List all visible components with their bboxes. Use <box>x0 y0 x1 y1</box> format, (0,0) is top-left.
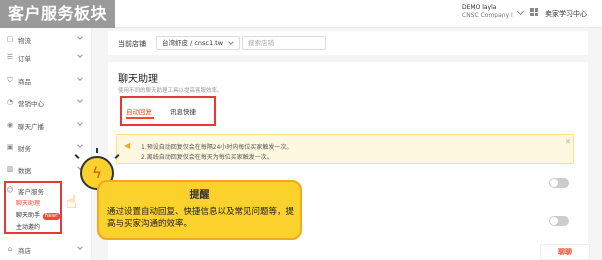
sidebar-item-orders[interactable]: ☰ 订单 <box>0 50 92 64</box>
chevron-down-icon <box>77 120 83 126</box>
sidebar-item-label: 聊天广播 <box>18 123 44 131</box>
sidebar-item-products[interactable]: ⛉ 商品 <box>0 73 92 87</box>
list-icon: ☰ <box>6 53 14 61</box>
reminder-tooltip: 提醒 通过设置自动回复、快捷信息以及常见问题等，提高与买家沟通的效率。 <box>97 180 302 240</box>
chevron-down-icon <box>77 142 83 148</box>
apps-grid-icon[interactable] <box>530 8 538 16</box>
pointing-hand-icon: ☝ <box>66 192 77 213</box>
account-name: DEMO layla <box>462 4 497 11</box>
tab-auto-reply[interactable]: 自动回复 <box>126 106 152 116</box>
speaker-icon: ◀ <box>124 141 131 150</box>
highlight-box-customer-service <box>4 181 62 234</box>
sidebar-item-logistics[interactable]: ▢ 物流 <box>0 32 92 46</box>
offline-reply-toggle[interactable] <box>549 216 569 226</box>
page-subtitle: 使用不同的聊天助理工具以提高客服效率。 <box>118 88 223 94</box>
sidebar-item-label: 订单 <box>18 55 31 63</box>
sidebar-item-label: 数据 <box>18 167 31 175</box>
sidebar-item-data[interactable]: ▥ 数据 <box>0 162 92 176</box>
sidebar-item-label: 商店 <box>18 247 31 255</box>
notice-line: 2.离线自动回复仅会在每天为每位买家触发一次。 <box>141 154 273 161</box>
page-title: 聊天助理 <box>118 74 158 85</box>
tab-active-underline <box>126 117 154 119</box>
sidebar-item-label: 营销中心 <box>18 100 44 108</box>
sidebar-item-label: 商品 <box>18 78 31 86</box>
account-company: CNSC Company I <box>462 12 513 19</box>
bulb-ray <box>96 148 98 153</box>
tab-quick-messages[interactable]: 讯息快捷 <box>170 106 196 116</box>
notice-line: 1.预设自动回复仅会在每隔24小时内每位买家触发一次。 <box>141 144 293 151</box>
chevron-down-icon <box>77 34 83 40</box>
megaphone-icon: ◔ <box>6 98 14 106</box>
learning-center-link[interactable]: 卖家学习中心 <box>545 9 587 19</box>
sidebar-item-shop[interactable]: ⌂ 商店 <box>0 242 92 256</box>
sidebar-item-label: 财务 <box>18 145 31 153</box>
section-banner: 客户服务板块 <box>0 0 116 28</box>
chat-assistant-card: 聊天助理 使用不同的聊天助理工具以提高客服效率。 自动回复 讯息快捷 <box>108 62 588 126</box>
tooltip-title: 提醒 <box>189 190 210 201</box>
sidebar-item-marketing[interactable]: ◔ 营销中心 <box>0 95 92 109</box>
box-icon: ▢ <box>6 35 14 43</box>
auto-reply-toggle[interactable] <box>549 178 569 188</box>
chevron-down-icon[interactable] <box>516 7 525 16</box>
bag-icon: ⛉ <box>7 76 13 84</box>
sidebar-item-broadcast[interactable]: ◉ 聊天广播 <box>0 118 92 132</box>
close-icon[interactable]: ✕ <box>565 138 571 146</box>
store-label: 当前店铺 <box>118 40 146 48</box>
chevron-down-icon <box>77 97 83 103</box>
store-bar: 当前店铺 台湾虾皮 / cnsc1.tw 搜索店铺 <box>108 31 588 55</box>
store-select[interactable]: 台湾虾皮 / cnsc1.tw <box>156 36 240 50</box>
broadcast-icon: ◉ <box>6 121 14 129</box>
top-bar: 客户服务板块 DEMO layla CNSC Company I 卖家学习中心 <box>0 0 602 28</box>
chevron-down-icon <box>77 244 83 250</box>
chevron-down-icon <box>228 39 234 45</box>
wallet-icon: ▣ <box>6 143 14 151</box>
sidebar-item-finance[interactable]: ▣ 财务 <box>0 140 92 154</box>
store-select-value: 台湾虾皮 / cnsc1.tw <box>162 39 224 47</box>
store-search-input[interactable]: 搜索店铺 <box>242 36 326 50</box>
shop-icon: ⌂ <box>7 245 13 253</box>
chevron-down-icon <box>77 75 83 81</box>
notice-box: ◀ 1.预设自动回复仅会在每隔24小时内每位买家触发一次。 2.离线自动回复仅会… <box>116 134 574 164</box>
sidebar-item-label: 物流 <box>18 37 31 45</box>
account-info[interactable]: DEMO layla CNSC Company I <box>462 4 513 20</box>
chat-button[interactable]: 聊聊 <box>540 244 590 260</box>
tooltip-body: 通过设置自动回复、快捷信息以及常见问题等，提高与买家沟通的效率。 <box>107 207 295 229</box>
chart-icon: ▥ <box>6 165 14 173</box>
chevron-down-icon <box>77 52 83 58</box>
